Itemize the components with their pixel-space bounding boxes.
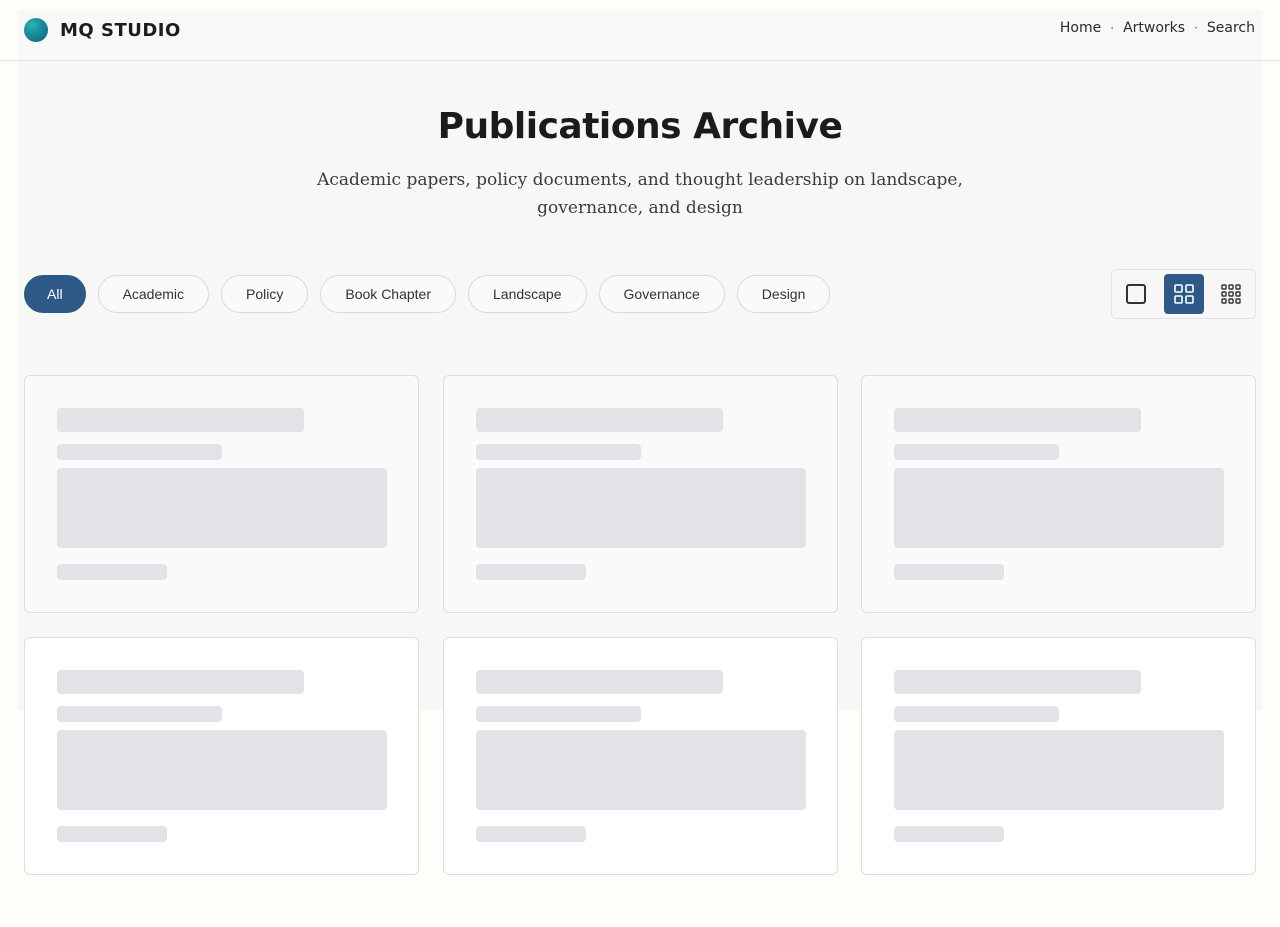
grid-2x2-view-icon bbox=[1173, 284, 1194, 304]
filter-chip-book-chapter[interactable]: Book Chapter bbox=[320, 275, 456, 313]
publication-card-skeleton bbox=[24, 637, 419, 875]
filter-chip-design[interactable]: Design bbox=[736, 275, 831, 313]
publication-card-skeleton bbox=[861, 375, 1256, 613]
nav-search-link[interactable]: Search bbox=[1207, 20, 1255, 36]
grid-3x3-view-button[interactable] bbox=[1211, 274, 1251, 314]
skeleton-footer bbox=[476, 826, 586, 842]
brand-name: MQ STUDIO bbox=[60, 19, 181, 41]
grid-3x3-view-icon bbox=[1221, 284, 1241, 304]
nav-home-link[interactable]: Home bbox=[1060, 20, 1101, 36]
brand[interactable]: MQ STUDIO bbox=[24, 17, 181, 43]
studio-logo-icon bbox=[24, 18, 48, 42]
skeleton-meta bbox=[476, 706, 641, 722]
filter-chip-academic[interactable]: Academic bbox=[97, 275, 210, 313]
skeleton-excerpt bbox=[476, 468, 806, 548]
skeleton-footer bbox=[894, 564, 1004, 580]
skeleton-meta bbox=[57, 444, 222, 460]
skeleton-excerpt bbox=[476, 730, 806, 810]
grid-2x2-view-button[interactable] bbox=[1163, 274, 1204, 314]
filter-chip-all[interactable]: All bbox=[24, 275, 86, 313]
nav-separator: · bbox=[1110, 21, 1115, 35]
single-view-icon bbox=[1126, 284, 1146, 304]
category-filters: All Academic Policy Book Chapter Landsca… bbox=[24, 275, 831, 313]
view-mode-toggle bbox=[1111, 269, 1256, 319]
skeleton-excerpt bbox=[57, 730, 387, 810]
skeleton-title bbox=[57, 408, 304, 432]
single-view-button[interactable] bbox=[1116, 274, 1156, 314]
nav-separator: · bbox=[1194, 21, 1198, 35]
top-navbar: MQ STUDIO Home · Artworks · Search bbox=[0, 0, 1280, 61]
skeleton-title bbox=[476, 408, 723, 432]
skeleton-meta bbox=[476, 444, 641, 460]
skeleton-meta bbox=[894, 444, 1059, 460]
publication-card-skeleton bbox=[24, 375, 419, 613]
skeleton-title bbox=[894, 670, 1141, 694]
skeleton-meta bbox=[894, 706, 1059, 722]
skeleton-excerpt bbox=[894, 468, 1224, 548]
skeleton-title bbox=[894, 408, 1141, 432]
nav-artworks-link[interactable]: Artworks bbox=[1123, 20, 1185, 36]
skeleton-footer bbox=[57, 826, 167, 842]
publication-card-skeleton bbox=[443, 375, 838, 613]
skeleton-footer bbox=[476, 564, 586, 580]
page-title: Publications Archive bbox=[437, 106, 843, 147]
filter-chip-policy[interactable]: Policy bbox=[221, 275, 309, 313]
main-nav: Home · Artworks · Search bbox=[1060, 20, 1255, 36]
skeleton-title bbox=[57, 670, 304, 694]
page-subtitle: Academic papers, policy documents, and t… bbox=[317, 170, 963, 218]
skeleton-meta bbox=[57, 706, 222, 722]
skeleton-footer bbox=[57, 564, 167, 580]
filter-chip-landscape[interactable]: Landscape bbox=[468, 275, 587, 313]
skeleton-excerpt bbox=[57, 468, 387, 548]
publication-card-skeleton bbox=[861, 637, 1256, 875]
filter-chip-governance[interactable]: Governance bbox=[598, 275, 725, 313]
publication-card-skeleton bbox=[443, 637, 838, 875]
skeleton-title bbox=[476, 670, 723, 694]
skeleton-footer bbox=[894, 826, 1004, 842]
skeleton-excerpt bbox=[894, 730, 1224, 810]
